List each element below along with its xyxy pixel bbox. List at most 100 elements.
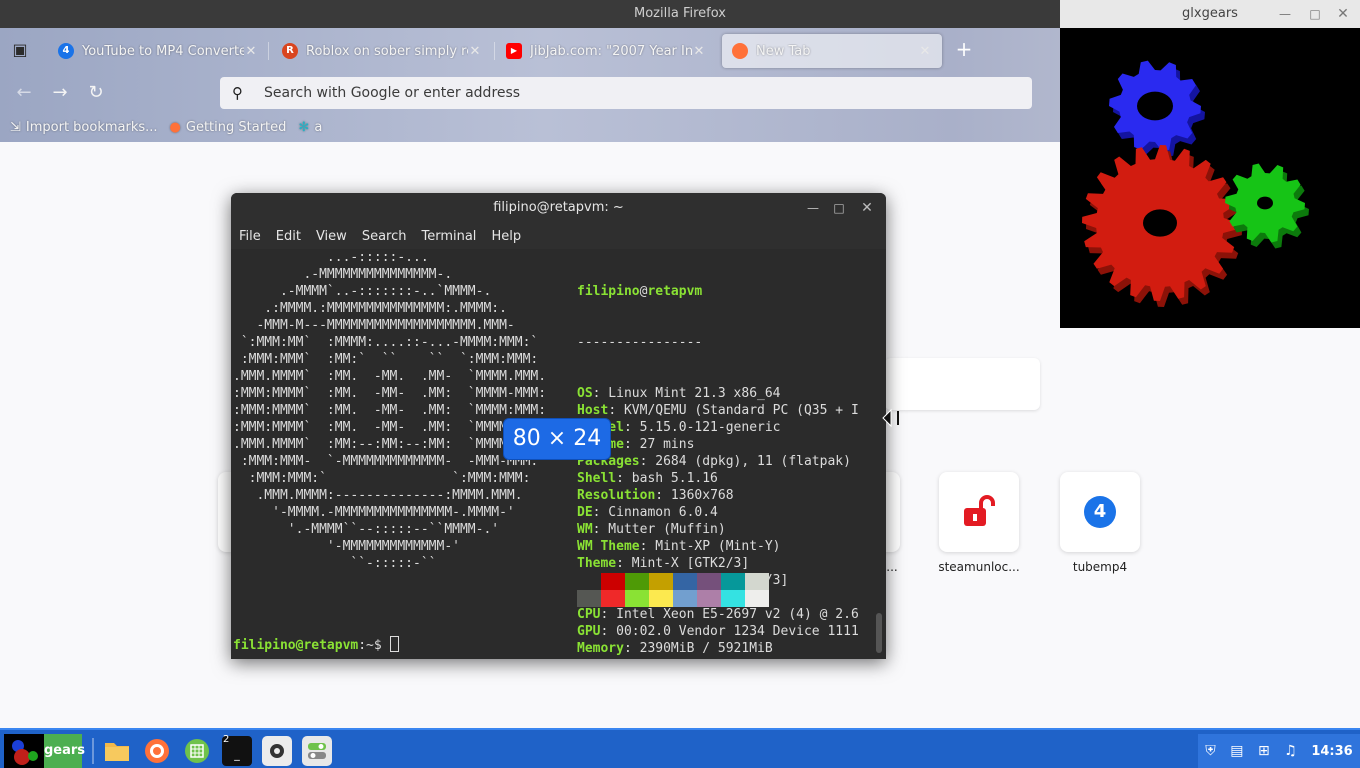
info-row: OS: Linux Mint 21.3 x86_64 — [577, 385, 859, 402]
menu-view[interactable]: View — [316, 229, 347, 244]
tab-favicon: ● — [732, 43, 748, 59]
sound-icon[interactable]: ♫ — [1284, 743, 1297, 759]
info-row: Resolution: 1360x768 — [577, 487, 859, 504]
info-key: GPU — [577, 624, 601, 639]
shortcut-tile[interactable] — [939, 472, 1019, 552]
tab-divider — [268, 42, 269, 60]
settings-gear-icon[interactable] — [262, 736, 292, 766]
tab-favicon: ▶ — [506, 43, 522, 59]
logo-line: :MMM:MMM` :MM:` `` `` `:MMM:MMM: — [233, 352, 539, 367]
info-row: Memory: 2390MiB / 5921MiB — [577, 640, 859, 657]
logo-line: .-MMMM`..-:::::::-..`MMMM-. — [233, 284, 492, 299]
info-row: WM Theme: Mint-XP (Mint-Y) — [577, 538, 859, 555]
tab-favicon: 4 — [58, 43, 74, 59]
maximize-icon[interactable]: □ — [828, 193, 850, 223]
search-icon: ⚲ — [232, 84, 243, 102]
shield-icon[interactable]: ⛨ — [1205, 743, 1216, 759]
search-box-card[interactable] — [885, 358, 1040, 410]
shortcut-tubemp4[interactable]: 4 tubemp4 — [1045, 472, 1155, 574]
info-key: WM Theme — [577, 539, 640, 554]
menu-edit[interactable]: Edit — [276, 229, 301, 244]
forward-arrow-icon[interactable]: → — [48, 81, 72, 105]
firefox-icon[interactable] — [142, 736, 172, 766]
glxgears-window[interactable]: glxgears — □ ✕ — [1060, 0, 1360, 328]
tab-roblox[interactable]: R Roblox on sober simply refu ✕ — [272, 34, 492, 68]
tab-youtube-to-mp4[interactable]: 4 YouTube to MP4 Converter ✕ — [48, 34, 268, 68]
url-input[interactable] — [264, 85, 964, 101]
close-icon[interactable]: ✕ — [1332, 0, 1354, 28]
info-separator: ---------------- — [577, 335, 703, 350]
shortcut-tile[interactable]: 4 — [1060, 472, 1140, 552]
info-value: : bash 5.1.16 — [616, 471, 718, 486]
tab-list-icon[interactable]: ▣ — [8, 38, 32, 62]
palette-swatch — [745, 573, 769, 590]
tab-jibjab[interactable]: ▶ JibJab.com: "2007 Year In R ✕ — [496, 34, 716, 68]
window-title: Mozilla Firefox — [634, 6, 726, 21]
snowflake-icon: ✻ — [298, 119, 310, 135]
info-row: Theme: Mint-X [GTK2/3] — [577, 555, 859, 572]
terminal-titlebar[interactable]: filipino@retapvm: ~ — □ ✕ — [231, 193, 886, 223]
url-bar[interactable]: ⚲ — [220, 77, 1032, 109]
info-value: : 2390MiB / 5921MiB — [623, 641, 773, 656]
palette-swatch — [673, 573, 697, 590]
color-palette — [577, 573, 769, 607]
info-value: : Linux Mint 21.3 x86_64 — [592, 386, 781, 401]
clipboard-icon[interactable]: ▤ — [1230, 743, 1243, 759]
palette-swatch — [577, 573, 601, 590]
bookmark-import[interactable]: ⇲ Import bookmarks... — [10, 120, 158, 135]
bookmark-label: Import bookmarks... — [25, 119, 158, 135]
logo-line: `:MMM:MM` :MMMM:....::-...-MMMM:MMM:` — [233, 335, 539, 350]
close-tab-icon[interactable]: ✕ — [692, 44, 706, 59]
shortcut-tile-partial-left[interactable] — [218, 472, 232, 552]
bookmark-a[interactable]: ✻ a — [298, 120, 322, 135]
info-value: : KVM/QEMU (Standard PC (Q35 + I — [608, 403, 859, 418]
logo-line: '-MMMM.-MMMMMMMMMMMMMMM-.MMMM-' — [233, 505, 515, 520]
minimize-icon[interactable]: — — [802, 193, 824, 223]
menu-search[interactable]: Search — [362, 229, 407, 244]
palette-swatch — [577, 590, 601, 607]
reload-icon[interactable]: ↻ — [84, 81, 108, 105]
close-tab-icon[interactable]: ✕ — [918, 44, 932, 59]
tab-new-tab[interactable]: ● New Tab ✕ — [722, 34, 942, 68]
menu-help[interactable]: Help — [491, 229, 521, 244]
network-icon[interactable]: ⊞ — [1258, 743, 1270, 759]
new-tab-plus-icon[interactable]: + — [952, 38, 976, 62]
folder-icon[interactable] — [102, 736, 132, 766]
resize-cursor-icon — [882, 408, 899, 428]
start-menu-button[interactable] — [4, 734, 44, 768]
close-tab-icon[interactable]: ✕ — [244, 44, 258, 59]
menu-file[interactable]: File — [239, 229, 261, 244]
system-tray: ⛨ ▤ ⊞ ♫ 14:36 — [1198, 734, 1360, 768]
bookmark-label: a — [314, 119, 323, 135]
close-tab-icon[interactable]: ✕ — [468, 44, 482, 59]
maximize-icon[interactable]: □ — [1304, 0, 1326, 28]
minimize-icon[interactable]: — — [1274, 0, 1296, 28]
logo-line: '-MMMMMMMMMMMMM-' — [233, 539, 460, 554]
system-settings-icon[interactable] — [302, 736, 332, 766]
shortcut-steamunlocked[interactable]: steamunloc... — [924, 472, 1034, 574]
glxgears-titlebar[interactable]: glxgears — □ ✕ — [1060, 0, 1360, 28]
bookmark-getting-started[interactable]: ● Getting Started — [170, 120, 287, 135]
taskbar-task-gears[interactable]: gears — [44, 734, 85, 768]
back-arrow-icon[interactable]: ← — [12, 81, 36, 105]
shell-prompt[interactable]: filipino@retapvm:~$ — [233, 636, 399, 654]
blue-gear — [1109, 60, 1205, 158]
red-gear — [1082, 145, 1242, 307]
terminal-icon[interactable]: 2 _ — [222, 734, 252, 766]
terminal-scrollbar[interactable] — [876, 613, 882, 653]
logo-line: '.-MMMM``--:::::--``MMMM-.' — [233, 522, 500, 537]
taskbar-separator — [92, 738, 94, 764]
shortcut-label: steamunloc... — [938, 560, 1020, 574]
palette-swatch — [721, 573, 745, 590]
logo-line: :MMM:MMM- `-MMMMMMMMMMMMM- -MMM-MMM: — [233, 454, 539, 469]
info-key: Theme — [577, 556, 617, 571]
clock[interactable]: 14:36 — [1311, 744, 1352, 759]
info-row: Packages: 2684 (dpkg), 11 (flatpak) — [577, 453, 859, 470]
menu-terminal[interactable]: Terminal — [421, 229, 476, 244]
info-row: Uptime: 27 mins — [577, 436, 859, 453]
spreadsheet-icon[interactable] — [182, 736, 212, 766]
info-row: Shell: bash 5.1.16 — [577, 470, 859, 487]
info-row: CPU: Intel Xeon E5-2697 v2 (4) @ 2.6 — [577, 606, 859, 623]
close-icon[interactable]: ✕ — [856, 193, 878, 223]
info-value: : 2684 (dpkg), 11 (flatpak) — [639, 454, 851, 469]
